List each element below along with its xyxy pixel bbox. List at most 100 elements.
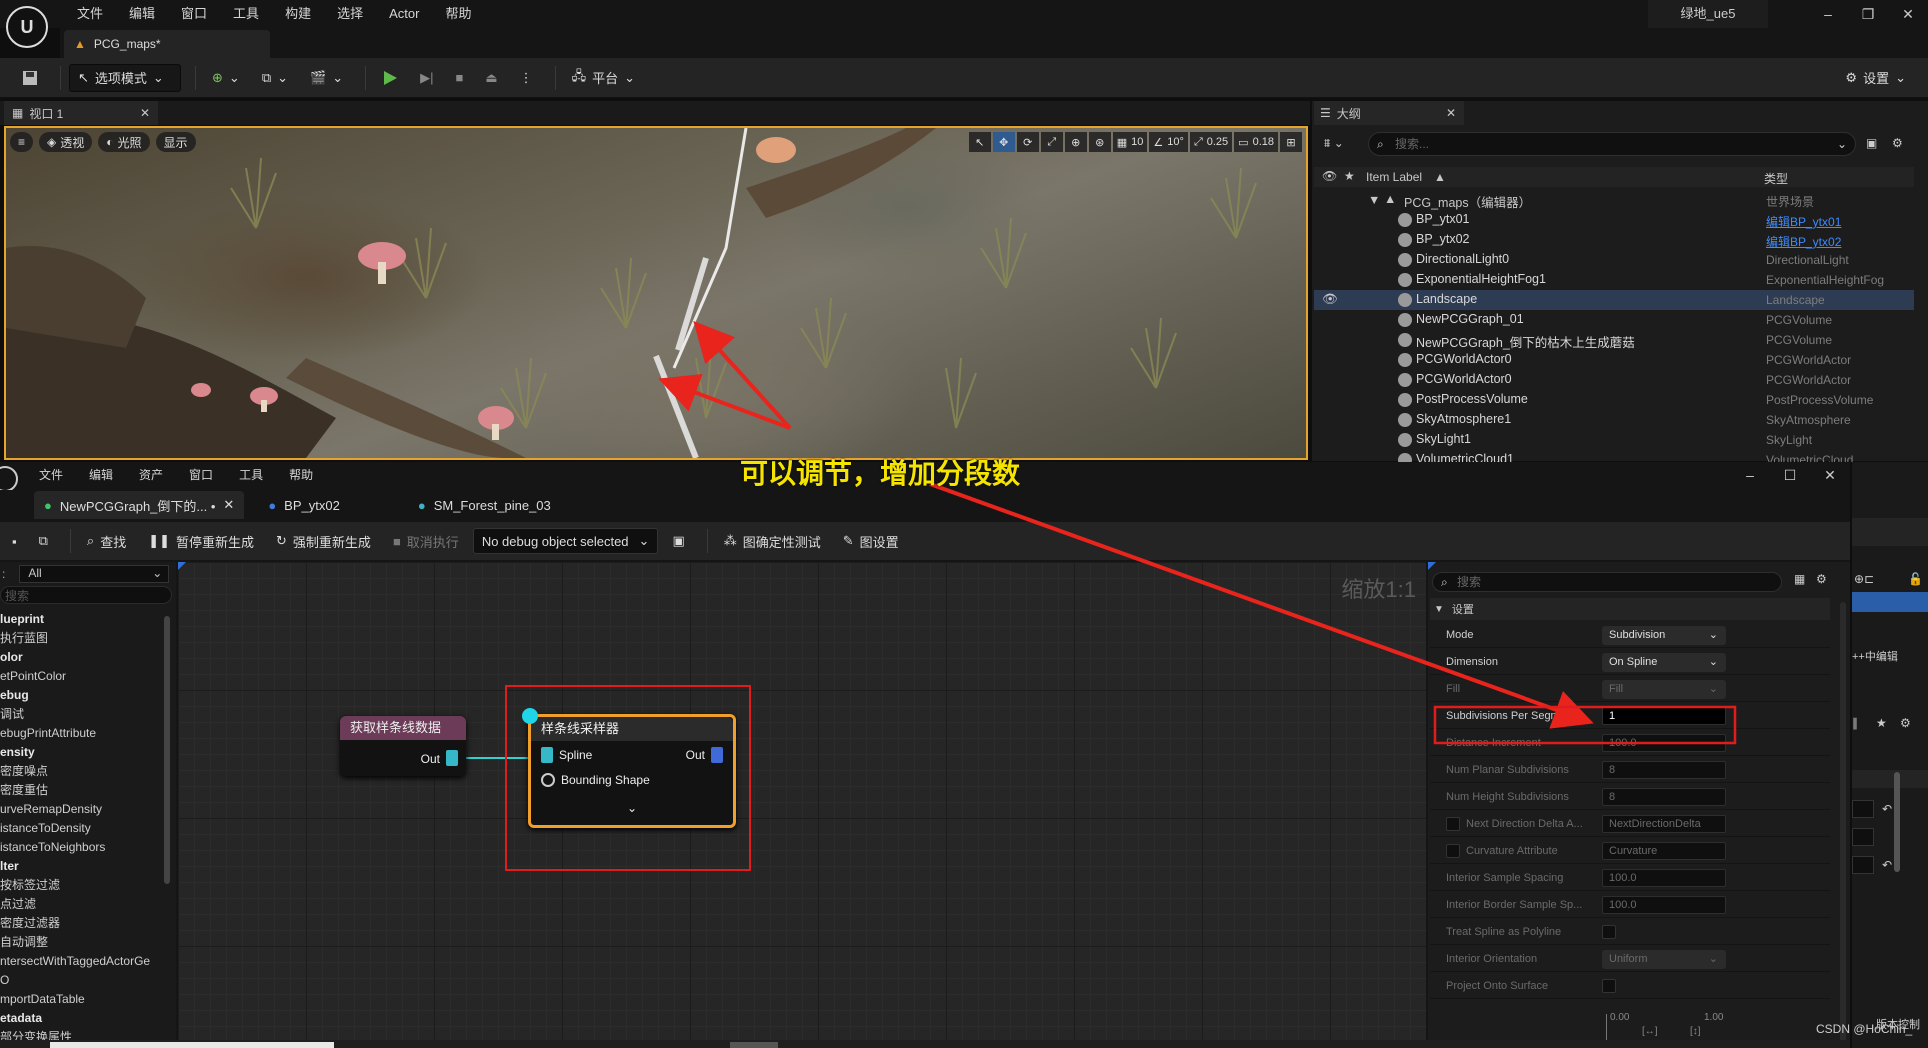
- maximize-icon[interactable]: ☐: [1770, 461, 1810, 489]
- property-value-field[interactable]: 100.0: [1602, 734, 1726, 752]
- menu-item[interactable]: 构建: [272, 2, 324, 26]
- property-checkbox[interactable]: [1446, 817, 1460, 831]
- column-item-label[interactable]: Item Label: [1366, 170, 1422, 184]
- node-exec-pin-icon[interactable]: [522, 708, 538, 724]
- platform-button[interactable]: 🖧 平台 ⌄: [564, 64, 643, 92]
- node-get-spline-data[interactable]: 获取样条线数据 Out: [340, 716, 466, 776]
- palette-scrollbar[interactable]: [164, 616, 170, 884]
- close-icon[interactable]: ✕: [1810, 461, 1850, 489]
- outliner-row[interactable]: PCGWorldActor0 PCGWorldActor: [1314, 370, 1914, 390]
- column-type[interactable]: 类型: [1764, 170, 1788, 187]
- minimize-icon[interactable]: –: [1730, 461, 1770, 489]
- close-icon[interactable]: ✕: [1888, 0, 1928, 28]
- palette-item[interactable]: urveRemapDensity: [0, 800, 166, 819]
- property-value-field[interactable]: 8: [1602, 788, 1726, 806]
- palette-item[interactable]: 密度过滤器: [0, 914, 166, 933]
- pcg-menu-item[interactable]: 文件: [26, 462, 76, 488]
- reset-icon[interactable]: ↶: [1882, 858, 1892, 872]
- strip-field[interactable]: [1852, 828, 1874, 846]
- settings-button[interactable]: ⚙ 设置 ⌄: [1837, 64, 1914, 92]
- details-search-input[interactable]: ⌕ 搜索: [1432, 572, 1782, 592]
- palette-item[interactable]: mportDataTable: [0, 990, 166, 1009]
- points-pin-icon[interactable]: [711, 747, 723, 763]
- menu-item[interactable]: Actor: [376, 2, 432, 26]
- rotate-tool-icon[interactable]: ⟳: [1016, 132, 1039, 152]
- play-button[interactable]: [374, 64, 406, 92]
- property-value-field[interactable]: Curvature: [1602, 842, 1726, 860]
- pcg-tab[interactable]: ● BP_ytx02: [258, 491, 350, 519]
- rotation-snap-toggle[interactable]: ∠ 10°: [1149, 132, 1188, 152]
- pcg-menu-item[interactable]: 编辑: [76, 462, 126, 488]
- palette-search-input[interactable]: 搜索: [0, 586, 172, 604]
- palette-item[interactable]: 点过滤: [0, 895, 166, 914]
- pause-regeneration-button[interactable]: ❚❚ 暂停重新生成: [140, 527, 262, 555]
- graph-settings-button[interactable]: ✎ 图设置: [835, 527, 907, 555]
- palette-category[interactable]: etadata: [0, 1009, 166, 1028]
- outliner-row[interactable]: ExponentialHeightFog1 ExponentialHeightFo…: [1314, 270, 1914, 290]
- menu-item[interactable]: 工具: [220, 2, 272, 26]
- tab-pcg-maps[interactable]: ▲ PCG_maps*: [64, 30, 270, 58]
- force-regenerate-button[interactable]: ↻ 强制重新生成: [268, 527, 379, 555]
- property-checkbox[interactable]: [1446, 844, 1460, 858]
- select-tool-icon[interactable]: ↖: [968, 132, 991, 152]
- filter-icon[interactable]: ⩩ ⌄: [1324, 136, 1344, 151]
- menu-item[interactable]: 编辑: [116, 2, 168, 26]
- outliner-row[interactable]: NewPCGGraph_倒下的枯木上生成蘑菇 PCGVolume: [1314, 330, 1914, 350]
- palette-item[interactable]: etPointColor: [0, 667, 166, 686]
- pcg-menu-item[interactable]: 资产: [126, 462, 176, 488]
- camera-speed-button[interactable]: ▭ 0.18: [1234, 132, 1278, 152]
- palette-filter[interactable]: : All ⌄: [0, 564, 172, 584]
- property-dropdown[interactable]: Subdivision ⌄: [1602, 626, 1726, 645]
- unreal-logo-icon[interactable]: U: [6, 6, 48, 48]
- menu-item[interactable]: 帮助: [432, 2, 484, 26]
- outliner-row[interactable]: PCGWorldActor0 PCGWorldActor: [1314, 350, 1914, 370]
- outliner-root-row[interactable]: ▼ ▲ PCG_maps（编辑器） 世界场景: [1314, 190, 1914, 210]
- palette-item[interactable]: istanceToDensity: [0, 819, 166, 838]
- scale-snap-toggle[interactable]: ⤢ 0.25: [1189, 132, 1233, 152]
- node-spline-sampler[interactable]: 样条线采样器 Spline Out Bounding Shape ⌄: [528, 714, 736, 828]
- layout-icon[interactable]: ⊞: [1280, 132, 1302, 152]
- menu-item[interactable]: 窗口: [168, 2, 220, 26]
- pcg-graph-canvas[interactable]: 缩放1:1 获取样条线数据 Out 样条线采样器 Spline Out Boun…: [178, 562, 1426, 1048]
- mode-selector[interactable]: ↖ 选项模式 ⌄: [69, 63, 181, 92]
- visibility-icon[interactable]: 👁: [1322, 169, 1337, 183]
- scale-tool-icon[interactable]: ⤢: [1040, 132, 1063, 152]
- property-value-field[interactable]: 8: [1602, 761, 1726, 779]
- gear-icon[interactable]: ⚙: [1900, 716, 1911, 730]
- save-icon[interactable]: ▪: [4, 527, 25, 555]
- find-button[interactable]: ⌕ 查找: [79, 527, 134, 555]
- grid-view-icon[interactable]: ▦: [1794, 572, 1805, 586]
- outliner-row[interactable]: 👁 Landscape Landscape: [1314, 290, 1914, 310]
- translate-tool-icon[interactable]: ✥: [992, 132, 1015, 152]
- determinism-test-button[interactable]: ⁂ 图确定性测试: [716, 527, 829, 555]
- shape-pin-icon[interactable]: [541, 773, 555, 787]
- perspective-button[interactable]: ◈ 透视: [39, 132, 93, 152]
- save-icon[interactable]: [14, 64, 46, 92]
- palette-item[interactable]: O: [0, 971, 166, 990]
- property-checkbox[interactable]: [1602, 979, 1616, 993]
- property-value-field[interactable]: 1: [1602, 707, 1726, 725]
- close-icon[interactable]: ✕: [223, 497, 234, 513]
- property-value-field[interactable]: 100.0: [1602, 896, 1726, 914]
- pcg-tab[interactable]: ● SM_Forest_pine_03: [408, 491, 561, 519]
- menu-item[interactable]: 选择: [324, 2, 376, 26]
- palette-category[interactable]: ebug: [0, 686, 166, 705]
- cancel-execution-button[interactable]: ■ 取消执行: [385, 527, 467, 555]
- property-dropdown[interactable]: Uniform ⌄: [1602, 950, 1726, 969]
- palette-item[interactable]: 自动调整: [0, 933, 166, 952]
- share-icon[interactable]: ⊕⊏: [1854, 572, 1874, 586]
- outliner-row[interactable]: DirectionalLight0 DirectionalLight: [1314, 250, 1914, 270]
- grid-snap-toggle[interactable]: ▦ 10: [1112, 132, 1148, 152]
- strip-scrollbar[interactable]: [1894, 772, 1900, 872]
- palette-category[interactable]: lueprint: [0, 610, 166, 629]
- close-icon[interactable]: ✕: [1446, 106, 1456, 120]
- tab-viewport-1[interactable]: ▦ 视口 1 ✕: [4, 101, 158, 125]
- lock-icon[interactable]: 🔓: [1908, 572, 1923, 586]
- edit-blueprint-link[interactable]: 编辑BP_ytx02: [1766, 233, 1841, 250]
- outliner-row[interactable]: BP_ytx02 编辑BP_ytx02: [1314, 230, 1914, 250]
- palette-item[interactable]: 调试: [0, 705, 166, 724]
- debug-browse-icon[interactable]: ▣: [664, 527, 692, 555]
- edit-link[interactable]: ++中编辑: [1852, 648, 1898, 664]
- level-viewport[interactable]: ≡ ◈ 透视 ◐ 光照 显示 ↖ ✥ ⟳ ⤢ ⊕ ⊛ ▦ 10 ∠ 10° ⤢ 0.…: [4, 126, 1308, 460]
- output-pin-icon[interactable]: [446, 750, 458, 766]
